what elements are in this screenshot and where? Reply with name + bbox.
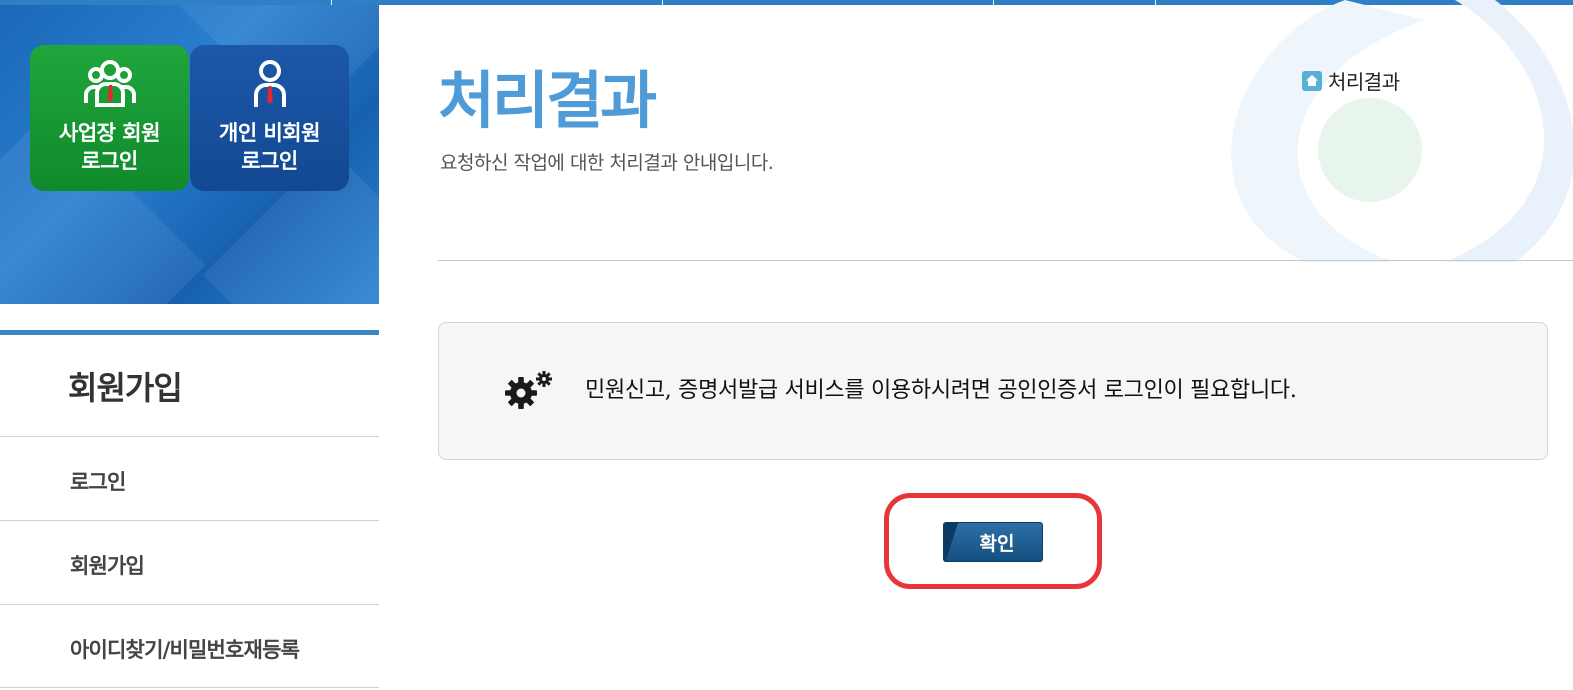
nav-item-find-id-password[interactable]: 아이디찾기/비밀번호재등록 xyxy=(70,634,300,664)
page: 사업장 회원 로그인 개인 비회원 로그인 회원가입 로그인 회원가입 아이디찾… xyxy=(0,0,1573,690)
page-subtitle: 요청하신 작업에 대한 처리결과 안내입니다. xyxy=(440,152,774,174)
business-member-login-label: 사업장 회원 로그인 xyxy=(59,121,160,173)
nav-item-signup[interactable]: 회원가입 xyxy=(70,550,145,580)
page-title: 처리결과 xyxy=(438,64,657,137)
nav-divider xyxy=(0,520,379,521)
watermark-emblem-icon xyxy=(1231,0,1573,262)
confirm-button[interactable]: 확인 xyxy=(943,522,1043,562)
top-strip-separator xyxy=(662,0,663,5)
person-icon xyxy=(253,60,286,107)
nav-item-login[interactable]: 로그인 xyxy=(70,466,126,496)
notice-message: 민원신고, 증명서발급 서비스를 이용하시려면 공인인증서 로그인이 필요합니다… xyxy=(585,378,1297,403)
confirm-button-label: 확인 xyxy=(979,532,1015,555)
top-strip-separator xyxy=(993,0,994,5)
confirm-button-accent xyxy=(944,523,958,561)
nav-divider xyxy=(0,687,379,688)
personal-nonmember-login-label: 개인 비회원 로그인 xyxy=(219,121,320,173)
nav-topbar xyxy=(0,330,379,335)
content-divider xyxy=(438,260,1573,261)
business-member-login-button[interactable]: 사업장 회원 로그인 xyxy=(30,45,189,191)
breadcrumb-current: 처리결과 xyxy=(1328,70,1400,94)
login-banner: 사업장 회원 로그인 개인 비회원 로그인 xyxy=(0,5,379,304)
nav-divider xyxy=(0,436,379,437)
breadcrumb: 처리결과 xyxy=(1302,66,1400,95)
personal-nonmember-login-button[interactable]: 개인 비회원 로그인 xyxy=(190,45,349,191)
notice-box: 민원신고, 증명서발급 서비스를 이용하시려면 공인인증서 로그인이 필요합니다… xyxy=(438,322,1548,460)
home-icon[interactable] xyxy=(1302,70,1322,91)
gear-icon xyxy=(505,371,552,409)
nav-title: 회원가입 xyxy=(68,369,183,407)
top-strip-separator xyxy=(1155,0,1156,5)
business-members-icon xyxy=(83,60,136,107)
nav-divider xyxy=(0,604,379,605)
